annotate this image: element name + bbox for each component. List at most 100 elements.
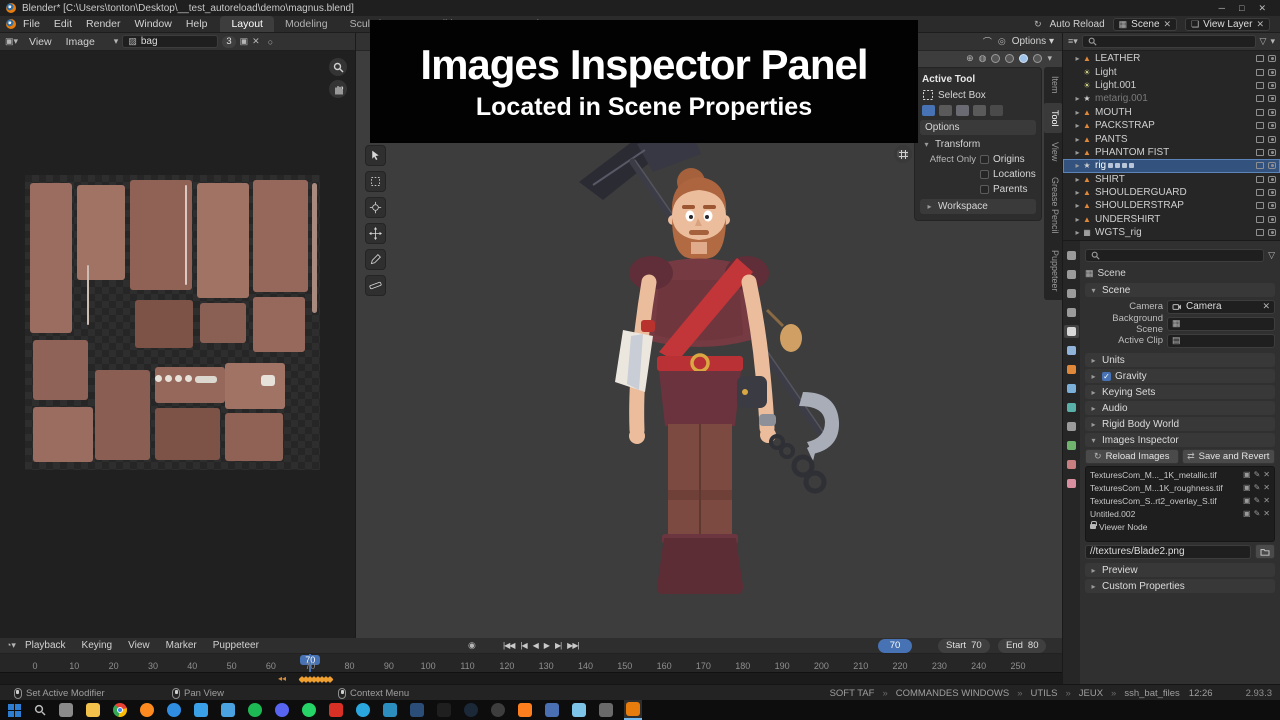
section-gravity-header[interactable]: ▸✓Gravity: [1085, 369, 1275, 383]
move-tool[interactable]: [365, 223, 386, 244]
uv-menu-view[interactable]: View: [22, 36, 59, 48]
shading-material-icon[interactable]: [1019, 54, 1028, 63]
disable-render-icon[interactable]: [1268, 149, 1276, 156]
expand-icon[interactable]: ▸: [1073, 121, 1082, 130]
hide-viewport-icon[interactable]: [1256, 189, 1264, 196]
properties-tab-output[interactable]: [1064, 287, 1079, 300]
properties-tab-render[interactable]: [1064, 268, 1079, 281]
section-preview-header[interactable]: ▸Preview: [1085, 563, 1275, 577]
close-icon[interactable]: ✕: [1263, 483, 1270, 492]
sidebar-tab-puppeteer[interactable]: Puppeteer: [1044, 243, 1062, 299]
hide-viewport-icon[interactable]: [1256, 82, 1264, 89]
jump-to-start-button[interactable]: |◀◀: [500, 641, 517, 650]
menu-render[interactable]: Render: [79, 18, 127, 30]
properties-tab-object[interactable]: [1064, 363, 1079, 376]
shading-solid-icon[interactable]: [1005, 54, 1014, 63]
image-path-field[interactable]: //textures/Blade2.png: [1085, 545, 1251, 559]
disable-render-icon[interactable]: [1268, 202, 1276, 209]
outliner-item-wgts-rig[interactable]: ▸▦WGTS_rig: [1063, 226, 1280, 239]
taskbar-search[interactable]: [32, 700, 48, 720]
gizmos-toggle-icon[interactable]: ⊕: [966, 53, 974, 64]
scene-unlink-icon[interactable]: ✕: [1164, 19, 1172, 30]
image-datablock-field[interactable]: ▨ bag: [122, 35, 218, 48]
taskbar-discord[interactable]: [273, 700, 291, 720]
image-unlink-icon[interactable]: ✕: [252, 36, 260, 47]
hide-viewport-icon[interactable]: [1256, 69, 1264, 76]
images-inspector-header[interactable]: ▾ Images Inspector: [1085, 433, 1275, 447]
image-file-row[interactable]: TexturesCom_M..._1K_metallic.tif▣✎✕: [1086, 468, 1274, 481]
taskbar-toolbar-jeux[interactable]: JEUX: [1079, 688, 1103, 699]
expand-icon[interactable]: ▸: [1073, 201, 1082, 210]
outliner-item-packstrap[interactable]: ▸▲PACKSTRAP: [1063, 119, 1280, 132]
fake-user-icon[interactable]: ▣: [1243, 470, 1251, 479]
taskbar-edge[interactable]: [165, 700, 183, 720]
hide-viewport-icon[interactable]: [1256, 122, 1264, 129]
taskbar-toolbar-ssh-bat-files[interactable]: ssh_bat_files: [1124, 688, 1179, 699]
grid-toggle-icon[interactable]: [894, 145, 912, 163]
properties-tab-physics[interactable]: [1064, 401, 1079, 414]
close-icon[interactable]: ✕: [1263, 509, 1270, 518]
outliner-item-shirt[interactable]: ▸▲SHIRT: [1063, 173, 1280, 186]
tool-icon-1[interactable]: [922, 105, 935, 116]
taskbar-whatsapp[interactable]: [300, 700, 318, 720]
taskbar-toolbar-utils[interactable]: UTILS: [1031, 688, 1058, 699]
taskbar-vscode[interactable]: [381, 700, 399, 720]
reload-images-button[interactable]: ↻ Reload Images: [1085, 449, 1179, 464]
taskbar-file-explorer[interactable]: [84, 700, 102, 720]
transform-panel-header[interactable]: ▾ Transform: [915, 137, 1041, 152]
taskbar-task-view[interactable]: [57, 700, 75, 720]
taskbar-blender[interactable]: [624, 700, 642, 720]
close-icon[interactable]: ✕: [1263, 496, 1270, 505]
shading-wireframe-icon[interactable]: [991, 54, 1000, 63]
hide-viewport-icon[interactable]: [1256, 149, 1264, 156]
play-button[interactable]: ▶: [541, 641, 552, 650]
edit-icon[interactable]: ✎: [1254, 470, 1261, 479]
annotate-tool[interactable]: [365, 249, 386, 270]
character-magnus[interactable]: [541, 130, 861, 610]
browse-folder-button[interactable]: [1255, 544, 1275, 559]
timeline-menu-marker[interactable]: Marker: [159, 640, 204, 651]
outliner-item-shoulderstrap[interactable]: ▸▲SHOULDERSTRAP: [1063, 199, 1280, 212]
timeline-menu-playback[interactable]: Playback: [18, 640, 73, 651]
background-scene-field[interactable]: ▦: [1167, 317, 1275, 331]
timeline-menu-puppeteer[interactable]: Puppeteer: [206, 640, 266, 651]
disable-render-icon[interactable]: [1268, 189, 1276, 196]
menu-help[interactable]: Help: [179, 18, 215, 30]
image-file-row[interactable]: Untitled.002▣✎✕: [1086, 507, 1274, 520]
taskbar-photoshop[interactable]: [408, 700, 426, 720]
image-file-row[interactable]: Viewer Node: [1086, 520, 1274, 533]
jump-to-end-button[interactable]: ▶▶|: [564, 641, 581, 650]
outliner-item-light-001[interactable]: ☀Light.001: [1063, 79, 1280, 92]
expand-icon[interactable]: ▸: [1073, 54, 1082, 63]
fake-user-icon[interactable]: ▣: [1243, 509, 1251, 518]
maximize-button[interactable]: □: [1239, 3, 1244, 14]
uv-image[interactable]: [25, 175, 320, 470]
section-units-header[interactable]: ▸Units: [1085, 353, 1275, 367]
taskbar-settings[interactable]: [597, 700, 615, 720]
properties-tab-world[interactable]: [1064, 344, 1079, 357]
taskbar-steam[interactable]: [462, 700, 480, 720]
shading-dropdown-icon[interactable]: ▾: [1047, 53, 1052, 64]
properties-tab-modifiers[interactable]: [1064, 382, 1079, 395]
keyframe-collapse-icon[interactable]: ◂◂: [278, 674, 286, 683]
disable-render-icon[interactable]: [1268, 176, 1276, 183]
disable-render-icon[interactable]: [1268, 55, 1276, 62]
properties-tab-constraints[interactable]: [1064, 420, 1079, 433]
image-fake-user-icon[interactable]: ▣: [240, 36, 249, 47]
timeline-editor-type-icon[interactable]: ◔▾: [6, 640, 16, 651]
proportional-edit-icon[interactable]: ◎: [998, 36, 1006, 47]
expand-icon[interactable]: ▸: [1073, 188, 1082, 197]
outliner-item-phantom-fist[interactable]: ▸▲PHANTOM FIST: [1063, 146, 1280, 159]
properties-tab-scene[interactable]: [1064, 325, 1079, 338]
properties-search-input[interactable]: [1085, 249, 1264, 262]
section-keying-sets-header[interactable]: ▸Keying Sets: [1085, 385, 1275, 399]
image-editor-type-icon[interactable]: ▣▾: [5, 36, 18, 47]
disable-render-icon[interactable]: [1268, 69, 1276, 76]
expand-icon[interactable]: ▸: [1073, 215, 1082, 224]
taskbar-notepad[interactable]: [570, 700, 588, 720]
disable-render-icon[interactable]: [1268, 109, 1276, 116]
properties-tab-object-data[interactable]: [1064, 439, 1079, 452]
image-file-row[interactable]: TexturesCom_M...1K_roughness.tif▣✎✕: [1086, 481, 1274, 494]
active-clip-field[interactable]: ▤: [1167, 334, 1275, 348]
hide-viewport-icon[interactable]: [1256, 162, 1264, 169]
